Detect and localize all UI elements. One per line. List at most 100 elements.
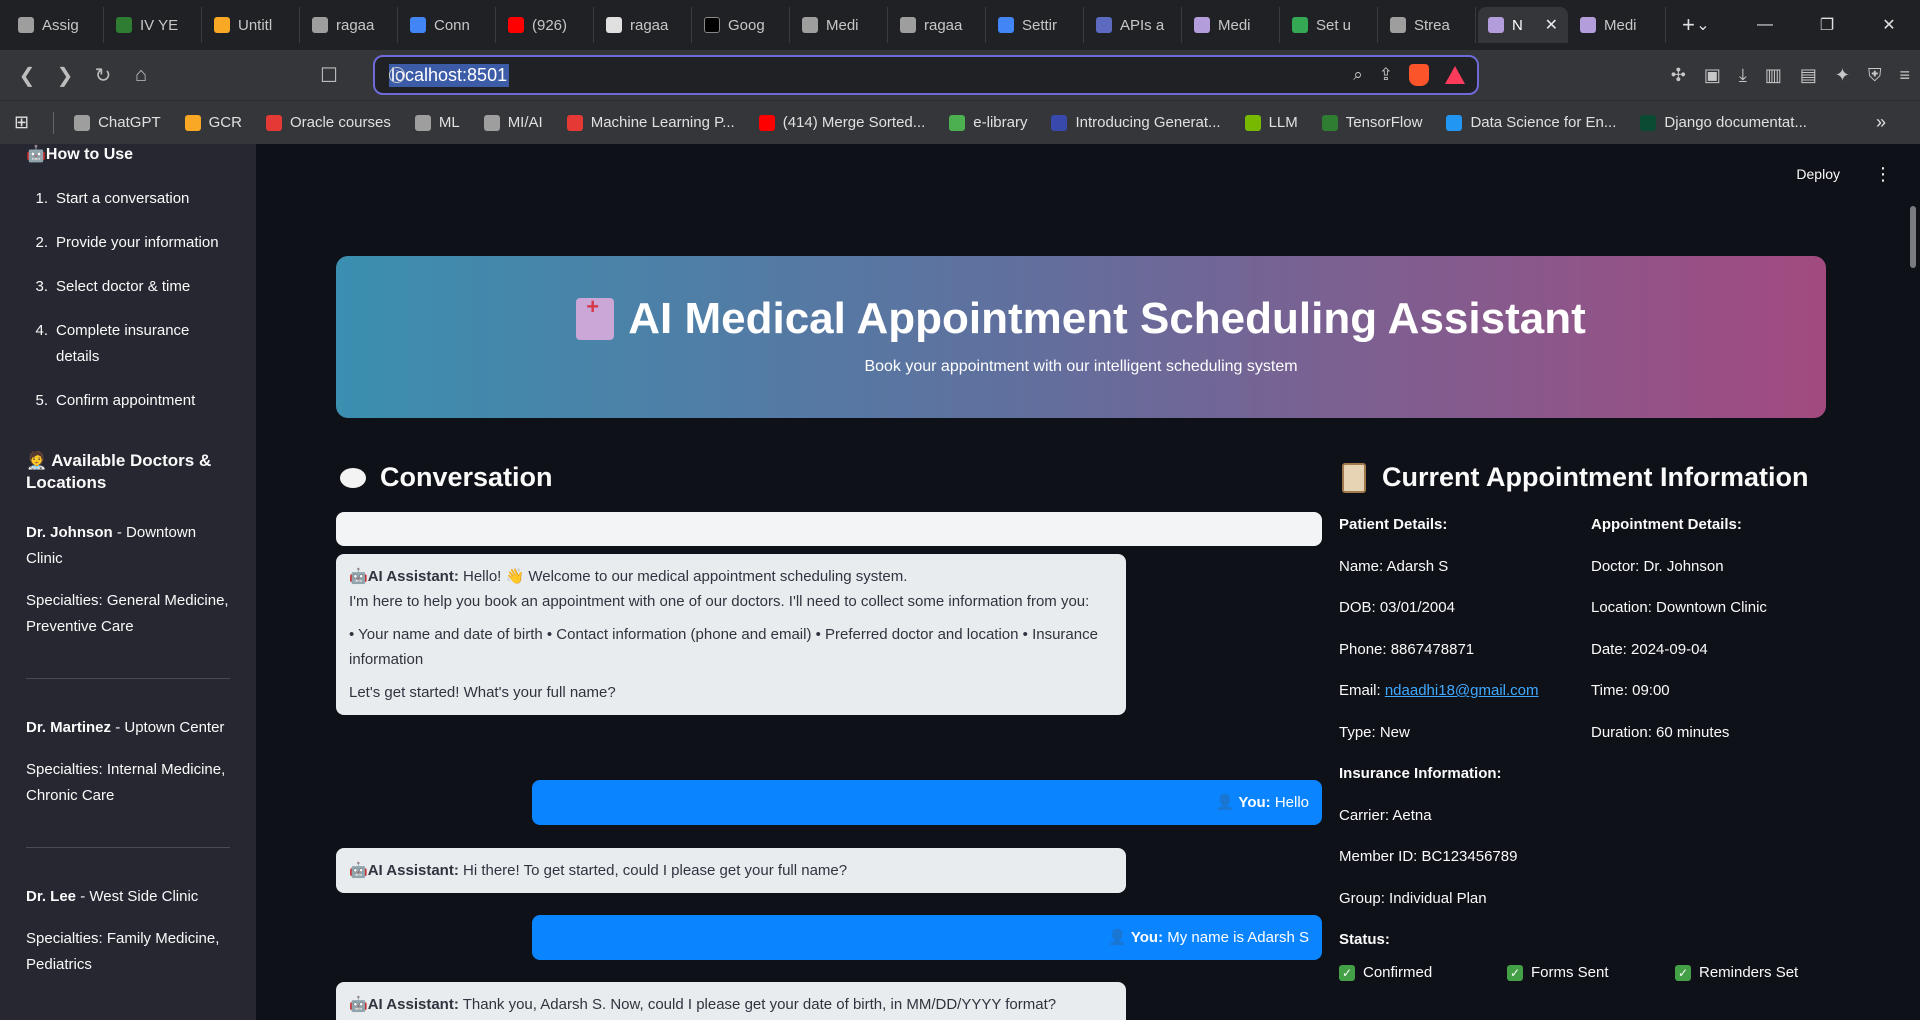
appointment-duration: Duration: 60 minutes <box>1591 723 1730 741</box>
page-title: AI Medical Appointment Scheduling Assist… <box>336 294 1826 344</box>
share-icon[interactable]: ⇪ <box>1379 65 1393 85</box>
tab-favicon <box>998 17 1014 33</box>
back-icon[interactable]: ❮ <box>8 56 46 94</box>
zoom-icon[interactable]: ⌕ <box>1353 65 1363 85</box>
browser-tab[interactable]: Strea <box>1380 7 1476 43</box>
doctors-heading: 🧑‍⚕️ Available Doctors & Locations <box>26 451 212 492</box>
browser-tab[interactable]: (926) <box>498 7 594 43</box>
home-icon[interactable]: ⌂ <box>122 56 160 94</box>
bookmark-favicon <box>414 114 431 131</box>
bookmark-item[interactable]: Django documentat... <box>1640 114 1807 131</box>
sidebar-toggle-icon[interactable]: ▥ <box>1765 65 1782 86</box>
bookmark-item[interactable]: ChatGPT <box>74 114 161 131</box>
user-icon: 👤 <box>1108 929 1131 946</box>
reading-list-icon[interactable]: ▣ <box>1704 65 1721 86</box>
robot-icon: 🤖 <box>349 568 368 585</box>
apps-icon[interactable]: ⊞ <box>14 112 29 133</box>
close-tab-icon[interactable]: ✕ <box>1545 15 1558 35</box>
close-window-icon[interactable]: ✕ <box>1858 0 1920 50</box>
browser-tab[interactable]: APIs a <box>1086 7 1182 43</box>
address-bar[interactable]: i localhost:8501 ⌕ ⇪ <box>373 55 1479 95</box>
minimize-icon[interactable]: — <box>1734 0 1796 50</box>
tab-favicon <box>410 17 426 33</box>
restore-icon[interactable]: ❐ <box>1796 0 1858 50</box>
sidebar-divider <box>26 847 230 848</box>
brave-rewards-icon[interactable] <box>1445 66 1465 84</box>
bookmark-item[interactable]: Machine Learning P... <box>566 114 735 131</box>
app-main: Deploy ⋮ AI Medical Appointment Scheduli… <box>256 144 1920 1020</box>
clipboard-icon <box>1342 462 1366 493</box>
browser-tab[interactable]: Untitl <box>204 7 300 43</box>
bookmark-item[interactable]: Oracle courses <box>265 114 391 131</box>
bookmark-item[interactable]: TensorFlow <box>1321 114 1422 131</box>
vpn-icon[interactable]: ⛨ <box>1868 65 1882 86</box>
browser-tab[interactable]: Settir <box>988 7 1084 43</box>
wallet-icon[interactable]: ▤ <box>1800 65 1817 86</box>
bookmark-favicon <box>758 114 775 131</box>
bookmark-item[interactable]: e-library <box>949 114 1027 131</box>
check-icon: ✓ <box>1507 964 1523 981</box>
forward-icon[interactable]: ❯ <box>46 56 84 94</box>
browser-menu-icon[interactable]: ≡ <box>1899 65 1910 86</box>
patient-details: Patient Details: Name: Adarsh S DOB: 03/… <box>1339 504 1539 961</box>
browser-tab[interactable]: ragaa <box>596 7 692 43</box>
message-line: Let's get started! What's your full name… <box>349 684 616 701</box>
app-sidebar: 🤖How to Use 1. Start a conversation 2. Pro… <box>0 144 256 1020</box>
email-link[interactable]: ndaadhi18@gmail.com <box>1385 682 1539 699</box>
insurance-heading: Insurance Information: <box>1339 765 1502 782</box>
doctor-entry: Dr. Lee - West Side Clinic <box>26 888 199 905</box>
patient-dob: DOB: 03/01/2004 <box>1339 599 1455 616</box>
bookmark-item[interactable]: ML <box>414 114 460 131</box>
browser-tab[interactable]: ragaa <box>890 7 986 43</box>
browser-tab[interactable]: Assig <box>8 7 104 43</box>
browser-tab-active[interactable]: N ✕ <box>1478 7 1568 43</box>
bookmark-favicon <box>1244 114 1261 131</box>
message-line: • Your name and date of birth • Contact … <box>349 626 1098 668</box>
assistant-message: 🤖AI Assistant: Hi there! To get started,… <box>336 848 1126 893</box>
extensions-icon[interactable]: ✣ <box>1671 65 1686 86</box>
chat-input[interactable] <box>336 512 1322 546</box>
tab-search-icon[interactable]: ⌄ <box>1672 0 1734 50</box>
site-info-icon[interactable]: i <box>389 67 405 83</box>
reload-icon[interactable]: ↻ <box>84 56 122 94</box>
more-bookmarks-icon[interactable]: » <box>1876 112 1886 133</box>
bookmark-item[interactable]: Introducing Generat... <box>1051 114 1221 131</box>
insurance-group: Group: Individual Plan <box>1339 889 1487 907</box>
bookmark-item[interactable]: Data Science for En... <box>1446 114 1616 131</box>
bookmark-favicon <box>184 114 201 131</box>
user-icon: 👤 <box>1215 794 1239 811</box>
bookmark-favicon <box>74 114 91 131</box>
brave-shields-icon[interactable] <box>1409 64 1429 86</box>
status-list: ✓ Confirmed ✓ Forms Sent ✓ Reminders Set <box>1339 964 1843 981</box>
user-message: 👤 You: My name is Adarsh S <box>532 915 1322 960</box>
conversation-heading: Conversation <box>340 462 553 493</box>
browser-tab[interactable]: Medi <box>1570 7 1666 43</box>
main-menu-icon[interactable]: ⋮ <box>1874 164 1892 185</box>
url-text[interactable]: localhost:8501 <box>389 63 510 87</box>
browser-tab[interactable]: ragaa <box>302 7 398 43</box>
bookmark-page-icon[interactable]: ☐ <box>310 56 348 94</box>
check-icon: ✓ <box>1339 964 1355 981</box>
step-item: 4. Complete insurance details <box>35 322 190 365</box>
bookmark-item[interactable]: GCR <box>184 114 242 131</box>
browser-tab[interactable]: IV YE <box>106 7 202 43</box>
address-bar-actions: ⌕ ⇪ <box>1353 57 1465 93</box>
deploy-button[interactable]: Deploy <box>1796 166 1840 182</box>
tab-favicon <box>312 17 328 33</box>
browser-tab[interactable]: Medi <box>792 7 888 43</box>
bookmark-item[interactable]: LLM <box>1244 114 1298 131</box>
browser-tab[interactable]: Medi <box>1184 7 1280 43</box>
tab-favicon <box>802 17 818 33</box>
browser-tab[interactable]: Set u <box>1282 7 1378 43</box>
bookmark-item[interactable]: (414) Merge Sorted... <box>758 114 925 131</box>
patient-details-heading: Patient Details: <box>1339 516 1448 533</box>
bookmark-item[interactable]: MI/AI <box>483 114 543 131</box>
doctor-icon: 🧑‍⚕️ <box>26 451 52 470</box>
browser-tab[interactable]: Conn <box>400 7 496 43</box>
robot-icon: 🤖 <box>349 862 368 879</box>
browser-tab[interactable]: Goog <box>694 7 790 43</box>
downloads-icon[interactable]: ⤓ <box>1739 65 1747 86</box>
tab-favicon <box>1580 17 1596 33</box>
scrollbar[interactable] <box>1910 206 1916 268</box>
leo-ai-icon[interactable]: ✦ <box>1835 65 1850 86</box>
